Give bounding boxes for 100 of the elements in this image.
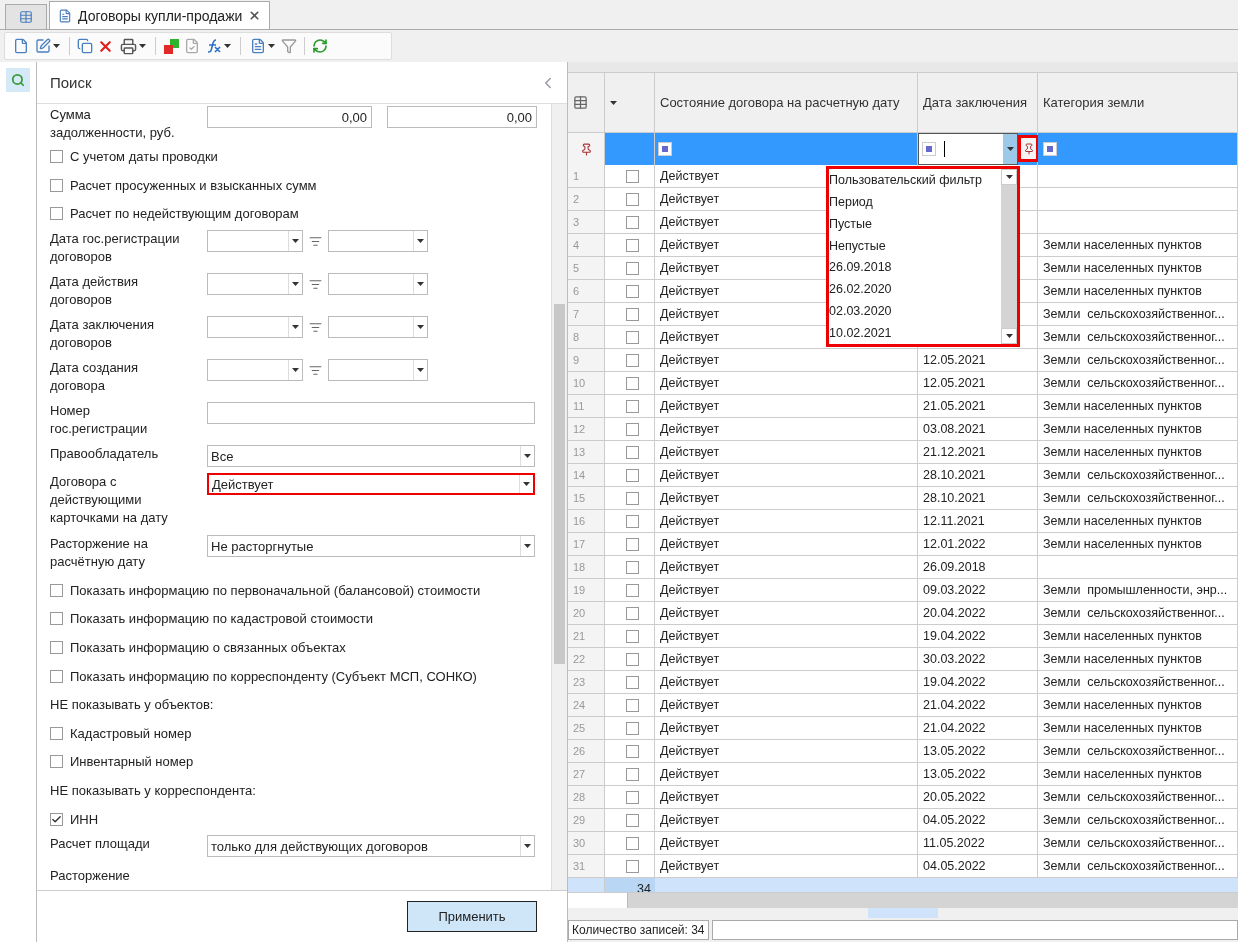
checkbox[interactable] xyxy=(50,178,63,192)
field-label: Расторжение на расчётную дату xyxy=(50,535,149,572)
row-checkbox[interactable] xyxy=(625,468,639,482)
filter-condition-icon[interactable] xyxy=(1043,142,1057,156)
row-checkbox[interactable] xyxy=(625,192,639,206)
row-checkbox[interactable] xyxy=(625,836,639,850)
dropdown[interactable]: Действует xyxy=(207,473,535,496)
row-checkbox[interactable] xyxy=(625,721,639,735)
dropdown[interactable]: Все xyxy=(207,445,535,468)
list-icon[interactable] xyxy=(309,363,322,377)
checkbox[interactable] xyxy=(50,583,63,597)
row-checkbox[interactable] xyxy=(625,583,639,597)
dropdown[interactable]: Не расторгнутые xyxy=(207,535,535,558)
scrollbar[interactable] xyxy=(1001,169,1017,344)
date-dropdown[interactable] xyxy=(207,230,303,253)
date-dropdown[interactable] xyxy=(328,316,428,339)
row-checkbox[interactable] xyxy=(625,284,639,298)
dropdown[interactable]: только для действующих договоров xyxy=(207,835,535,858)
tab[interactable]: Договоры купли-продажи xyxy=(49,1,271,29)
row-checkbox[interactable] xyxy=(625,491,639,505)
date-dropdown[interactable] xyxy=(207,316,303,339)
tab[interactable] xyxy=(5,4,47,29)
search-button[interactable] xyxy=(6,68,30,92)
function-icon[interactable] xyxy=(206,38,222,54)
row-checkbox[interactable] xyxy=(625,422,639,436)
apply-button[interactable]: Применить xyxy=(407,901,537,932)
row-checkbox[interactable] xyxy=(625,238,639,252)
row-checkbox[interactable] xyxy=(625,353,639,367)
list-icon[interactable] xyxy=(309,277,322,291)
row-number: 5 xyxy=(568,257,605,280)
filter-condition-icon[interactable] xyxy=(658,142,672,156)
row-checkbox[interactable] xyxy=(625,215,639,229)
row-checkbox[interactable] xyxy=(625,399,639,413)
row-checkbox[interactable] xyxy=(625,537,639,551)
scrollbar[interactable] xyxy=(551,104,567,890)
filter-field[interactable] xyxy=(918,133,1018,165)
list-icon[interactable] xyxy=(309,320,322,334)
document-check-icon[interactable] xyxy=(184,38,200,54)
splitter-handle[interactable] xyxy=(868,908,938,918)
row-checkbox[interactable] xyxy=(625,675,639,689)
clear-filter-button[interactable] xyxy=(1018,135,1039,162)
grid-icon[interactable] xyxy=(573,95,588,110)
printer-icon[interactable] xyxy=(120,37,137,55)
row-checkbox[interactable] xyxy=(625,767,639,781)
row-checkbox[interactable] xyxy=(625,560,639,574)
row-checkbox[interactable] xyxy=(625,376,639,390)
row-checkbox[interactable] xyxy=(625,169,639,183)
checkbox-label: Показать информацию по корреспонденту (Субъект МСП, СОНКО) xyxy=(70,668,477,684)
filter-condition-icon[interactable] xyxy=(922,142,936,156)
row-checkbox[interactable] xyxy=(625,330,639,344)
column-header[interactable]: Состояние договора на расчетную дату xyxy=(655,73,918,133)
checkbox[interactable] xyxy=(50,150,63,164)
filter-icon[interactable] xyxy=(281,38,297,54)
new-document-icon[interactable] xyxy=(13,38,29,54)
number-field[interactable]: 0,00 xyxy=(207,106,372,128)
checkbox[interactable] xyxy=(50,207,63,221)
row-checkbox[interactable] xyxy=(625,629,639,643)
column-header[interactable]: Категория земли xyxy=(1038,73,1238,133)
swap-icon[interactable] xyxy=(163,37,180,55)
row-checkbox[interactable] xyxy=(625,445,639,459)
column-header[interactable]: Дата заключения xyxy=(918,73,1038,133)
checkbox[interactable] xyxy=(50,812,63,826)
row-checkbox[interactable] xyxy=(625,606,639,620)
copy-icon[interactable] xyxy=(77,38,93,54)
caret-icon xyxy=(524,844,531,849)
edit-icon[interactable] xyxy=(35,38,51,54)
horizontal-scrollbar[interactable] xyxy=(568,892,1238,908)
row-checkbox[interactable] xyxy=(625,744,639,758)
row-number: 12 xyxy=(568,418,605,441)
text-field[interactable] xyxy=(207,402,535,425)
row-checkbox[interactable] xyxy=(625,790,639,804)
pin-icon[interactable] xyxy=(579,142,593,156)
number-field[interactable]: 0,00 xyxy=(387,106,537,128)
close-icon[interactable] xyxy=(248,9,262,22)
checkbox[interactable] xyxy=(50,755,63,769)
row-checkbox[interactable] xyxy=(625,813,639,827)
date-dropdown[interactable] xyxy=(207,273,303,296)
row-checkbox[interactable] xyxy=(625,514,639,528)
dropdown-caret-icon xyxy=(268,44,275,48)
row-checkbox[interactable] xyxy=(625,261,639,275)
checkbox[interactable] xyxy=(50,669,63,683)
checkbox-label: ИНН xyxy=(70,811,99,827)
row-checkbox[interactable] xyxy=(625,859,639,873)
date-dropdown[interactable] xyxy=(328,230,428,253)
row-checkbox[interactable] xyxy=(625,652,639,666)
date-dropdown[interactable] xyxy=(328,273,428,296)
date-dropdown[interactable] xyxy=(328,359,428,382)
checkbox[interactable] xyxy=(50,641,63,655)
refresh-icon[interactable] xyxy=(312,38,328,54)
column-chooser[interactable] xyxy=(568,73,605,133)
header-cell[interactable] xyxy=(605,73,655,133)
list-icon[interactable] xyxy=(309,234,322,248)
report-icon[interactable] xyxy=(250,38,266,54)
row-checkbox[interactable] xyxy=(625,698,639,712)
checkbox[interactable] xyxy=(50,612,63,626)
pin-icon xyxy=(1022,142,1035,155)
checkbox[interactable] xyxy=(50,726,63,740)
row-checkbox[interactable] xyxy=(625,307,639,321)
date-dropdown[interactable] xyxy=(207,359,303,382)
row-number: 19 xyxy=(568,579,605,602)
